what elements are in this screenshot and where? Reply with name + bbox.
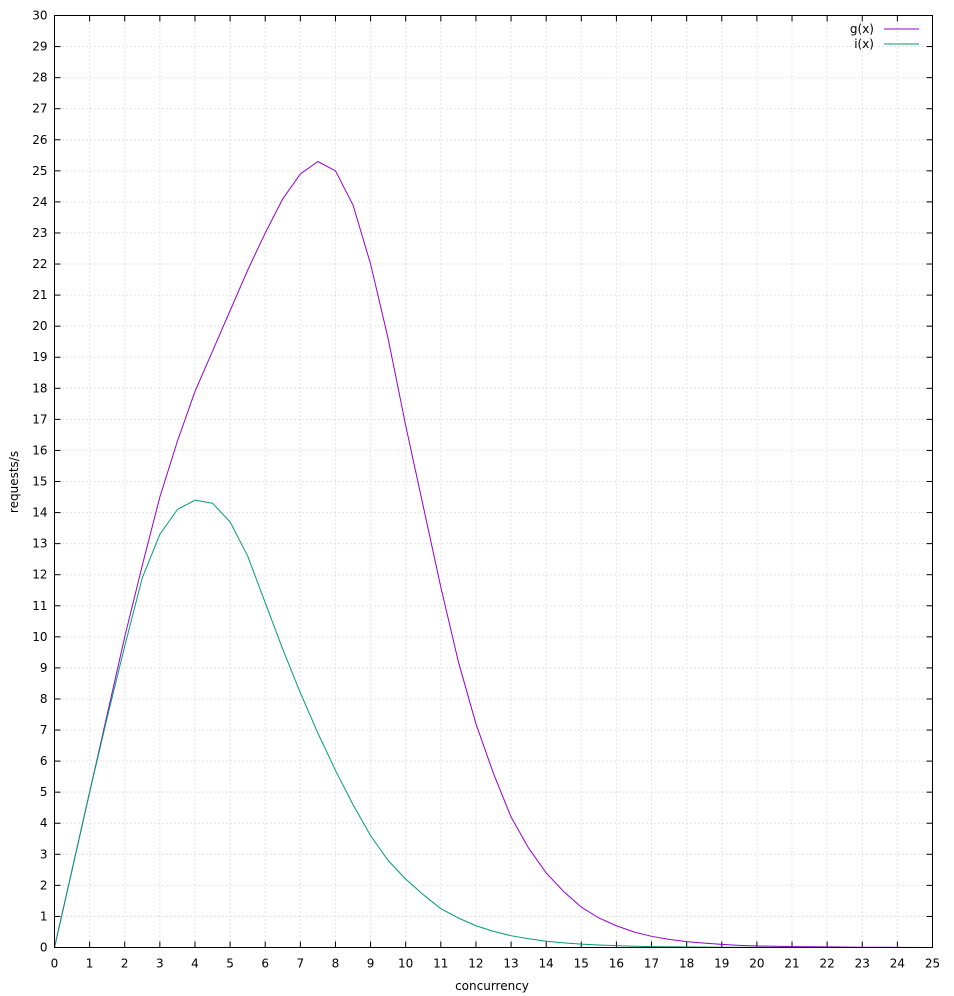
legend: g(x)i(x) — [850, 22, 919, 51]
y-tick-label: 3 — [40, 847, 48, 861]
y-tick-label: 29 — [32, 40, 47, 54]
y-tick-label: 7 — [40, 723, 48, 737]
x-tick-label: 5 — [226, 957, 234, 971]
x-tick-label: 14 — [539, 957, 554, 971]
x-tick-label: 16 — [609, 957, 624, 971]
x-tick-label: 9 — [367, 957, 375, 971]
x-tick-label: 25 — [925, 957, 940, 971]
series-line-0 — [54, 160, 933, 948]
y-tick-label: 1 — [40, 909, 48, 923]
x-tick-label: 7 — [297, 957, 305, 971]
y-tick-label: 11 — [32, 599, 47, 613]
y-tick-label: 22 — [32, 257, 47, 271]
x-tick-label: 3 — [156, 957, 164, 971]
x-tick-label: 19 — [714, 957, 729, 971]
y-tick-label: 27 — [32, 102, 47, 116]
x-tick-label: 22 — [819, 957, 834, 971]
x-tick-label: 1 — [86, 957, 94, 971]
x-tick-label: 20 — [749, 957, 764, 971]
x-tick-label: 13 — [503, 957, 518, 971]
y-tick-label: 12 — [32, 568, 47, 582]
x-tick-label: 11 — [433, 957, 448, 971]
y-tick-label: 23 — [32, 226, 47, 240]
x-tick-label: 10 — [398, 957, 413, 971]
y-tick-label: 14 — [32, 506, 47, 520]
y-tick-label: 28 — [32, 71, 47, 85]
y-tick-label: 30 — [32, 9, 47, 23]
x-tick-label: 24 — [890, 957, 905, 971]
x-tick-label: 8 — [332, 957, 340, 971]
x-tick-label: 15 — [574, 957, 589, 971]
y-tick-label: 25 — [32, 164, 47, 178]
y-tick-label: 8 — [40, 692, 48, 706]
line-chart: 0 1 2 3 4 5 6 7 8 9 10 11 12 13 14 15 16 17 18 19 20 21 22 23 24… — [7, 9, 940, 994]
y-tick-label: 20 — [32, 319, 47, 333]
legend-label: g(x) — [850, 22, 874, 36]
plot-frame — [54, 15, 933, 948]
x-tick-label: 0 — [51, 957, 59, 971]
x-tick-label: 21 — [784, 957, 799, 971]
y-tick-label: 17 — [32, 412, 47, 426]
y-tick-label: 0 — [40, 941, 48, 955]
x-tick-label: 6 — [261, 957, 269, 971]
y-tick-label: 5 — [40, 785, 48, 799]
x-tick-label: 17 — [644, 957, 659, 971]
y-tick-label: 16 — [32, 443, 47, 457]
x-tick-label: 18 — [679, 957, 694, 971]
x-axis-label: concurrency — [455, 979, 529, 993]
y-tick-labels: 0123456789101112131415161718192021222324… — [32, 9, 47, 955]
x-tick-labels: 0 1 2 3 4 5 6 7 8 9 10 11 12 13 14 15 16 17 18 19 20 21 22 23 24… — [51, 957, 940, 971]
y-tick-label: 18 — [32, 381, 47, 395]
x-tick-label: 12 — [468, 957, 483, 971]
y-tick-label: 19 — [32, 350, 47, 364]
y-tick-label: 4 — [40, 816, 48, 830]
legend-label: i(x) — [854, 37, 874, 51]
y-tick-label: 6 — [40, 754, 48, 768]
y-tick-label: 2 — [40, 878, 48, 892]
y-tick-label: 15 — [32, 475, 47, 489]
x-tick-label: 23 — [855, 957, 870, 971]
series-lines — [54, 160, 933, 948]
y-tick-label: 9 — [40, 661, 48, 675]
x-tick-label: 4 — [191, 957, 199, 971]
y-axis-label: requests/s — [7, 451, 21, 513]
y-tick-label: 13 — [32, 537, 47, 551]
y-tick-label: 24 — [32, 195, 47, 209]
y-tick-label: 21 — [32, 288, 47, 302]
grid — [54, 15, 933, 948]
x-tick-label: 2 — [121, 957, 129, 971]
axis-ticks — [54, 15, 933, 948]
series-line-1 — [54, 499, 933, 948]
y-tick-label: 10 — [32, 630, 47, 644]
y-tick-label: 26 — [32, 133, 47, 147]
